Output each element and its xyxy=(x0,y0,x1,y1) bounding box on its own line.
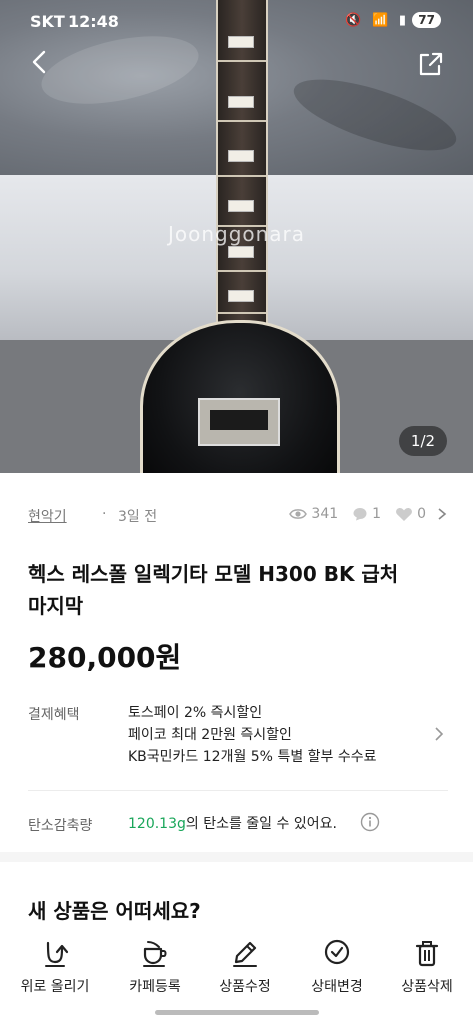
product-photo[interactable]: Joonggonara xyxy=(0,0,473,473)
battery-badge: 77 xyxy=(412,12,441,28)
bump-up-label: 위로 올리기 xyxy=(20,979,90,995)
chevron-right-icon[interactable] xyxy=(432,724,446,744)
edit-product-label: 상품수정 xyxy=(219,979,271,995)
status-bar: SKT 12:48 🔇 📶 ▮ 77 xyxy=(0,0,473,44)
watermark: Joonggonara xyxy=(167,222,306,246)
meta-separator: · xyxy=(102,506,107,522)
payment-benefits-label: 결제혜택 xyxy=(28,707,80,723)
meta-row: 현악기 · 3일 전 341 1 0 xyxy=(28,506,448,526)
carbon-amount: 120.13g xyxy=(128,816,186,832)
cafe-register-label: 카페등록 xyxy=(129,979,181,995)
like-count: 0 xyxy=(417,506,426,522)
delete-product-label: 상품삭제 xyxy=(401,979,453,995)
benefit-item: KB국민카드 12개월 5% 특별 할부 수수료 xyxy=(128,749,377,765)
chevron-left-icon xyxy=(32,50,46,74)
product-price: 280,000원 xyxy=(28,641,182,674)
clock: 12:48 xyxy=(68,12,119,31)
heart-icon xyxy=(396,508,413,521)
share-button[interactable] xyxy=(414,48,446,80)
payment-benefits[interactable]: 토스페이 2% 즉시할인 페이코 최대 2만원 즉시할인 KB국민카드 12개월… xyxy=(128,702,377,768)
benefit-item: 페이코 최대 2만원 즉시할인 xyxy=(128,727,292,743)
edit-product-button[interactable]: 상품수정 xyxy=(198,938,292,1004)
chat-bubble-icon xyxy=(353,508,367,521)
info-icon[interactable] xyxy=(360,812,380,832)
change-status-label: 상태변경 xyxy=(311,979,363,995)
back-button[interactable] xyxy=(24,46,56,78)
product-title: 헥스 레스폴 일렉기타 모델 H300 BK 급처 마지막 xyxy=(28,562,399,618)
pencil-icon xyxy=(233,941,257,967)
section-separator xyxy=(0,852,473,862)
carrier: SKT xyxy=(30,12,65,31)
chevron-right-icon xyxy=(438,508,447,520)
status-icons: 🔇 📶 ▮ xyxy=(345,13,409,28)
bump-up-button[interactable]: 위로 올리기 xyxy=(8,938,102,1004)
cafe-cup-icon xyxy=(143,941,167,967)
category-link[interactable]: 현악기 xyxy=(28,506,67,526)
cafe-register-button[interactable]: 카페등록 xyxy=(108,938,202,1004)
guitar-body xyxy=(140,320,340,473)
new-product-heading: 새 상품은 어떠세요? xyxy=(28,899,201,923)
benefit-item: 토스페이 2% 즉시할인 xyxy=(128,705,263,721)
home-indicator[interactable] xyxy=(155,1010,319,1015)
share-icon xyxy=(419,52,443,76)
bump-up-icon xyxy=(45,941,69,967)
carbon-label: 탄소감축량 xyxy=(28,818,93,834)
posted-time: 3일 전 xyxy=(118,509,158,525)
chat-count: 1 xyxy=(372,506,382,522)
eye-icon xyxy=(289,509,308,519)
delete-product-button[interactable]: 상품삭제 xyxy=(380,938,473,1004)
change-status-button[interactable]: 상태변경 xyxy=(290,938,384,1004)
stats[interactable]: 341 1 0 xyxy=(289,506,448,522)
image-pager: 1/2 xyxy=(399,426,447,456)
view-count: 341 xyxy=(311,506,339,522)
carbon-text: 120.13g의 탄소를 줄일 수 있어요. xyxy=(128,816,337,832)
check-circle-icon xyxy=(324,939,350,965)
divider xyxy=(28,790,448,791)
trash-icon xyxy=(415,941,439,967)
